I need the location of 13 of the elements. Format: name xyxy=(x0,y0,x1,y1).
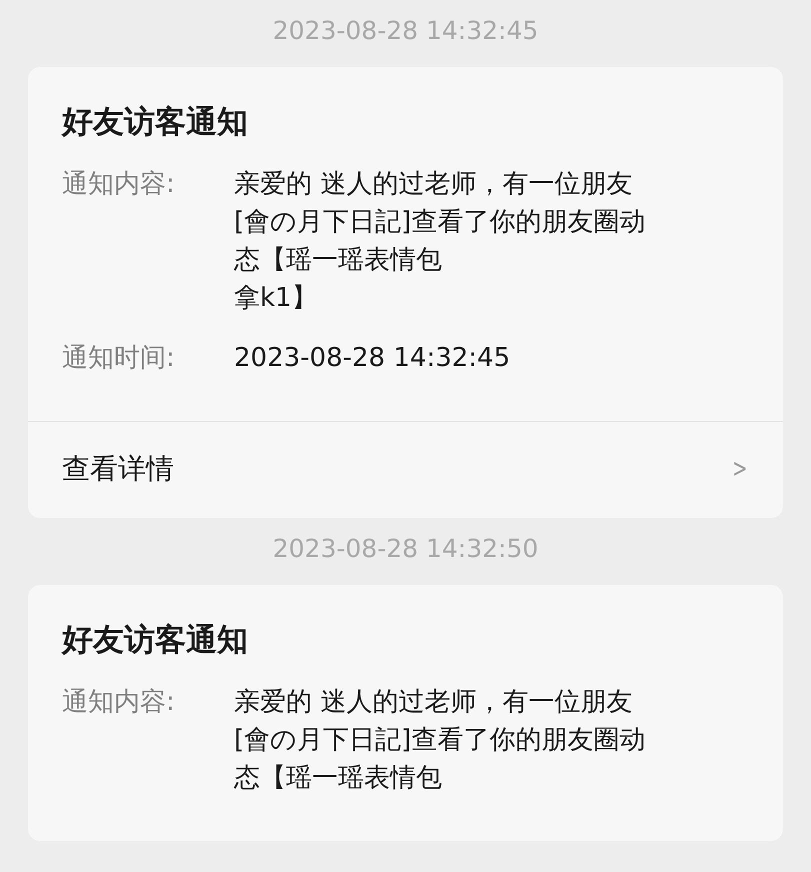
field-label: 通知内容: xyxy=(62,168,176,201)
view-details-link[interactable]: 查看详情 > xyxy=(28,421,783,518)
card-title: 好友访客通知 xyxy=(62,103,249,142)
field-value: 亲爱的 迷人的过老师，有一位朋友 [會の月下日記]查看了你的朋友圈动 态【瑶一瑶表情包 拿k1】 xyxy=(234,168,646,315)
card-title: 好友访客通知 xyxy=(62,621,249,660)
link-label: 查看详情 xyxy=(62,451,174,487)
field-label: 通知时间: xyxy=(62,342,176,375)
message-timestamp: 2023-08-28 14:32:50 xyxy=(272,533,540,565)
chevron-icon: > xyxy=(732,454,748,484)
field-label: 通知内容: xyxy=(62,686,176,719)
field-value: 亲爱的 迷人的过老师，有一位朋友 [會の月下日記]查看了你的朋友圈动 态【瑶一瑶表情包 xyxy=(234,686,646,795)
field-value: 2023-08-28 14:32:45 xyxy=(234,342,510,375)
message-timestamp: 2023-08-28 14:32:45 xyxy=(272,15,540,47)
